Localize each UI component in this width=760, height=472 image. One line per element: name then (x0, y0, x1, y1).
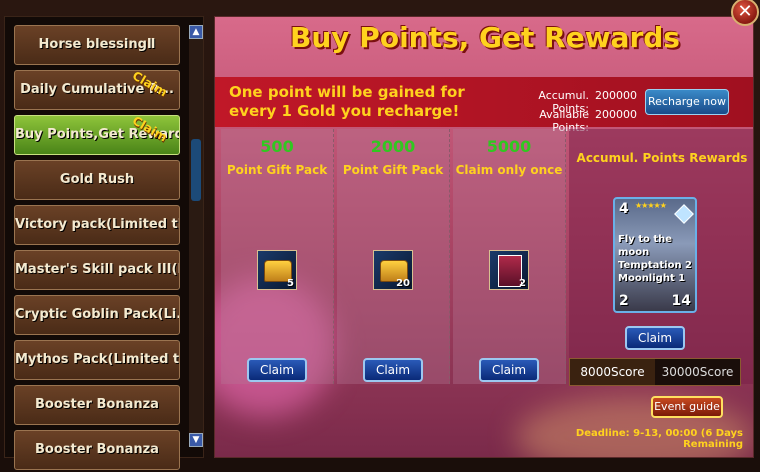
sidebar-item-victory-pack[interactable]: Victory pack(Limited ti... (14, 205, 180, 245)
scrollbar-thumb[interactable] (191, 139, 201, 201)
card-attack: 2 (619, 293, 629, 309)
sidebar-item-horse-blessing[interactable]: Horse blessingⅡ (14, 25, 180, 65)
event-guide-button[interactable]: Event guide (651, 396, 723, 418)
pack-name: Point Gift Pack (226, 163, 328, 177)
claim-button[interactable]: Claim (479, 358, 539, 382)
score-tabs: 8000Score 30000Score (569, 358, 741, 386)
crystal-icon (674, 204, 694, 224)
sidebar-item-booster-bonanza-2[interactable]: Booster Bonanza (14, 430, 180, 470)
item-quantity: 2 (519, 278, 526, 289)
item-quantity: 5 (287, 278, 294, 289)
sidebar-item-gold-rush[interactable]: Gold Rush (14, 160, 180, 200)
sidebar-item-masters-skill-pack[interactable]: Master's Skill pack III(L... (14, 250, 180, 290)
claim-button[interactable]: Claim (247, 358, 307, 382)
close-button[interactable]: ✕ (731, 0, 759, 26)
activity-window: ▲ ▼ Horse blessingⅡ Daily Cumulative R..… (0, 0, 760, 472)
reward-card[interactable]: 4 ★★★★★ Fly to the moon Temptation 2 Moo… (613, 197, 697, 313)
pack-score: 5000 (486, 137, 532, 156)
sidebar-item-label: Master's Skill pack III(L... (15, 262, 179, 277)
event-sidebar: ▲ ▼ Horse blessingⅡ Daily Cumulative R..… (4, 16, 204, 470)
tab-30000-score[interactable]: 30000Score (655, 359, 740, 385)
sidebar-item-label: Victory pack(Limited ti... (15, 217, 180, 232)
card-name: Fly to the moon Temptation 2 Moonlight 1 (618, 234, 693, 284)
reward-item[interactable]: 20 (373, 250, 413, 290)
card-hp: 14 (671, 293, 691, 309)
reward-item[interactable]: 2 (489, 250, 529, 290)
sidebar-item-cryptic-goblin-pack[interactable]: Cryptic Goblin Pack(Li... (14, 295, 180, 335)
scroll-down-button[interactable]: ▼ (189, 433, 203, 447)
sidebar-item-daily-cumulative[interactable]: Daily Cumulative R... Claim (14, 70, 180, 110)
page-title: Buy Points, Get Rewards (290, 21, 680, 54)
pack-name: Claim only once (455, 163, 563, 177)
claim-button[interactable]: Claim (363, 358, 423, 382)
accum-points-value: 200000 (595, 89, 637, 102)
scroll-up-button[interactable]: ▲ (189, 25, 203, 39)
scrollbar-track[interactable] (189, 25, 203, 447)
sidebar-item-label: Mythos Pack(Limited ti... (15, 352, 180, 367)
card-stars: ★★★★★ (635, 201, 667, 210)
main-panel: Buy Points, Get Rewards One point will b… (214, 16, 754, 458)
item-quantity: 20 (396, 278, 410, 289)
recharge-now-button[interactable]: Recharge now (645, 89, 729, 115)
sidebar-item-label: Gold Rush (59, 172, 135, 187)
deadline-text: Deadline: 9-13, 00:00 (6 Days Remaining (575, 428, 743, 450)
pack-score: 500 (260, 137, 294, 156)
pack-name: Point Gift Pack (342, 163, 444, 177)
card-cost: 4 (619, 201, 629, 217)
sidebar-item-label: Cryptic Goblin Pack(Li... (15, 307, 180, 322)
tab-8000-score[interactable]: 8000Score (570, 359, 655, 385)
sidebar-item-mythos-pack[interactable]: Mythos Pack(Limited ti... (14, 340, 180, 380)
available-points-value: 200000 (595, 108, 637, 121)
card-claim-button[interactable]: Claim (625, 326, 685, 350)
sidebar-item-booster-bonanza[interactable]: Booster Bonanza (14, 385, 180, 425)
accum-rewards-title: Accumul. Points Rewards (576, 151, 748, 165)
points-info-text: One point will be gained for every 1 Gol… (229, 83, 465, 120)
sidebar-item-label: Booster Bonanza (35, 442, 159, 457)
reward-item[interactable]: 5 (257, 250, 297, 290)
sidebar-item-buy-points[interactable]: Buy Points,Get Rewards Claim (14, 115, 180, 155)
sidebar-item-label: Horse blessingⅡ (38, 37, 156, 52)
pack-score: 2000 (370, 137, 416, 156)
sidebar-item-label: Booster Bonanza (35, 397, 159, 412)
